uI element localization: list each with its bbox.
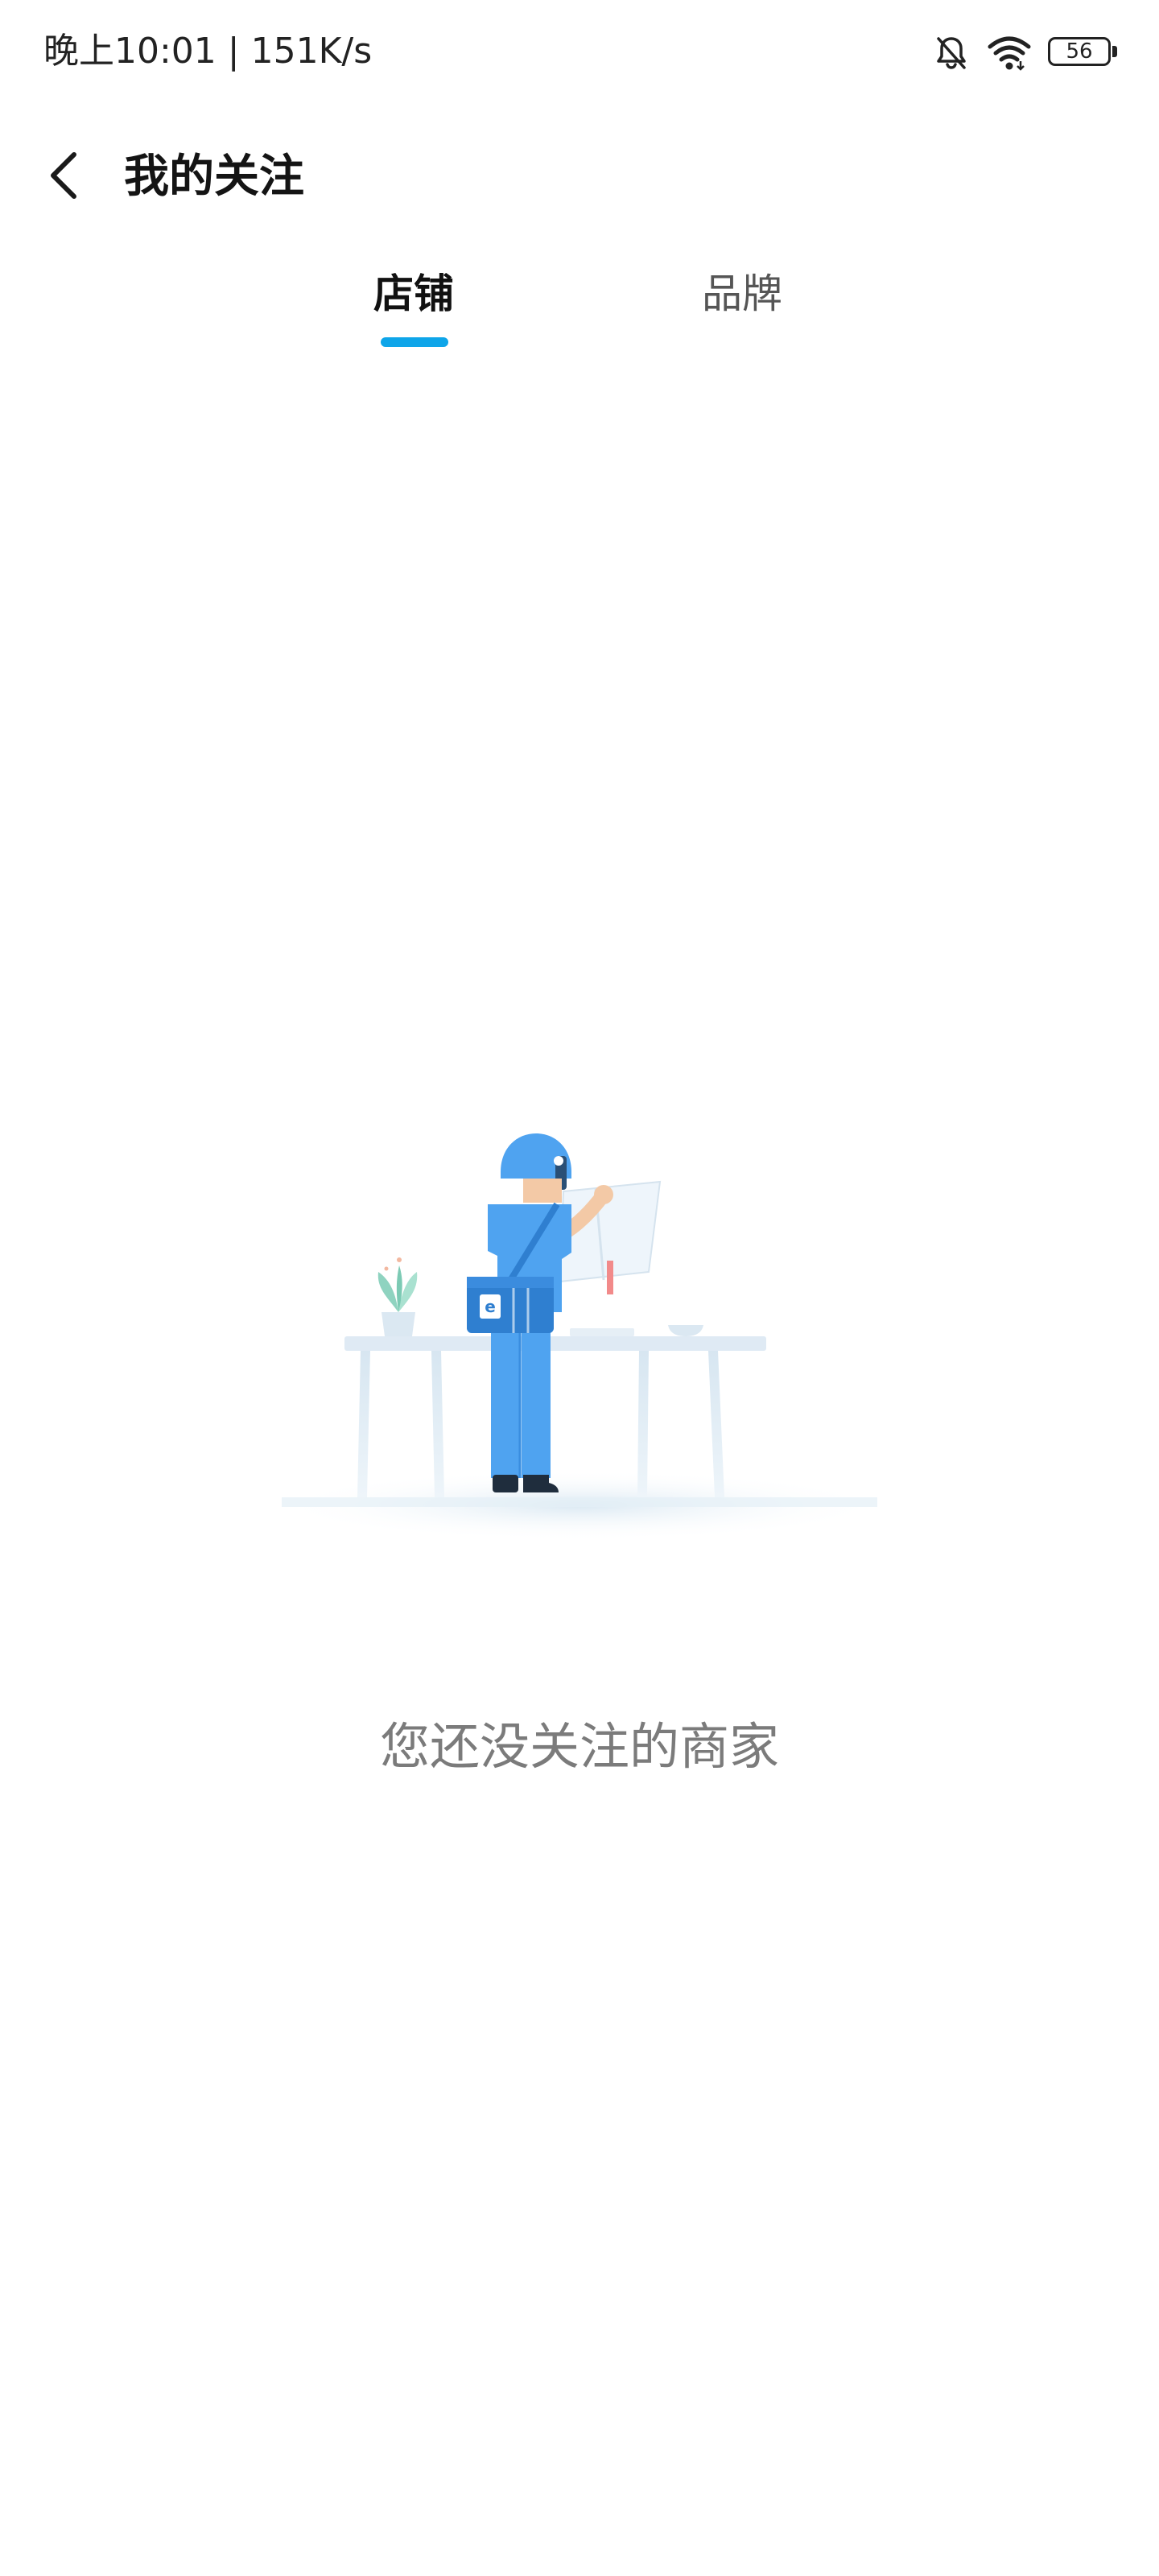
page-header: 我的关注 xyxy=(0,121,1159,233)
page-title: 我的关注 xyxy=(124,151,304,203)
wifi-icon xyxy=(987,34,1032,72)
battery-icon: 56 xyxy=(1048,37,1119,69)
tab-brand[interactable]: 品牌 xyxy=(692,266,792,354)
battery-tip xyxy=(1112,46,1117,57)
chevron-left-icon xyxy=(47,150,82,204)
status-time-speed: 晚上10:01 | 151K/s xyxy=(43,31,373,72)
empty-state-illustration: e xyxy=(258,1111,901,1610)
back-button[interactable] xyxy=(32,145,97,209)
tab-store-label: 店铺 xyxy=(373,270,454,317)
tab-bar: 店铺 品牌 xyxy=(0,266,1159,362)
active-tab-indicator xyxy=(381,337,448,347)
tab-brand-label: 品牌 xyxy=(702,270,782,317)
svg-text:e: e xyxy=(485,1297,496,1316)
status-icons: 56 xyxy=(932,31,1119,76)
status-bar: 晚上10:01 | 151K/s 56 xyxy=(0,0,1159,105)
battery-level: 56 xyxy=(1066,39,1093,64)
bell-off-icon xyxy=(932,34,971,72)
empty-state-message: 您还没关注的商家 xyxy=(379,1717,779,1776)
